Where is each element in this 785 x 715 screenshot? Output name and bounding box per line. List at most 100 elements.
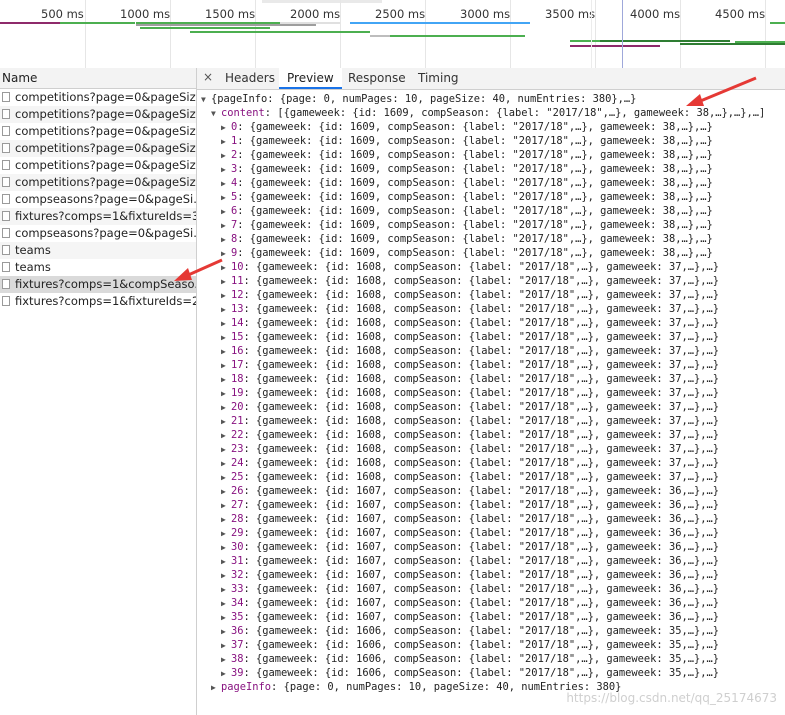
- collapsed-triangle-icon[interactable]: ▶: [221, 555, 231, 569]
- collapsed-triangle-icon[interactable]: ▶: [221, 415, 231, 429]
- json-array-item[interactable]: ▶ 3: {gameweek: {id: 1609, compSeason: {l…: [197, 162, 785, 176]
- collapsed-triangle-icon[interactable]: ▶: [221, 177, 231, 191]
- json-array-item[interactable]: ▶ 22: {gameweek: {id: 1608, compSeason: {…: [197, 428, 785, 442]
- json-array-item[interactable]: ▶ 35: {gameweek: {id: 1607, compSeason: {…: [197, 610, 785, 624]
- json-array-item[interactable]: ▶ 39: {gameweek: {id: 1606, compSeason: {…: [197, 666, 785, 680]
- tab-response[interactable]: Response: [340, 68, 414, 88]
- json-array-item[interactable]: ▶ 11: {gameweek: {id: 1608, compSeason: {…: [197, 274, 785, 288]
- collapsed-triangle-icon[interactable]: ▶: [221, 387, 231, 401]
- json-array-item[interactable]: ▶ 17: {gameweek: {id: 1608, compSeason: {…: [197, 358, 785, 372]
- collapsed-triangle-icon[interactable]: ▶: [221, 625, 231, 639]
- request-row[interactable]: fixtures?comps=1&compSeaso...: [0, 276, 196, 293]
- expanded-triangle-icon[interactable]: ▼: [201, 93, 211, 107]
- json-array-item[interactable]: ▶ 30: {gameweek: {id: 1607, compSeason: {…: [197, 540, 785, 554]
- request-row[interactable]: competitions?page=0&pageSiz...: [0, 123, 196, 140]
- request-row[interactable]: competitions?page=0&pageSiz...: [0, 157, 196, 174]
- json-array-item[interactable]: ▶ 32: {gameweek: {id: 1607, compSeason: {…: [197, 568, 785, 582]
- json-array-item[interactable]: ▶ 14: {gameweek: {id: 1608, compSeason: {…: [197, 316, 785, 330]
- collapsed-triangle-icon[interactable]: ▶: [221, 233, 231, 247]
- collapsed-triangle-icon[interactable]: ▶: [221, 583, 231, 597]
- collapsed-triangle-icon[interactable]: ▶: [221, 373, 231, 387]
- collapsed-triangle-icon[interactable]: ▶: [221, 597, 231, 611]
- collapsed-triangle-icon[interactable]: ▶: [221, 457, 231, 471]
- timeline-scroll-handle[interactable]: [262, 0, 382, 3]
- json-array-item[interactable]: ▶ 21: {gameweek: {id: 1608, compSeason: {…: [197, 414, 785, 428]
- json-array-item[interactable]: ▶ 26: {gameweek: {id: 1607, compSeason: {…: [197, 484, 785, 498]
- json-array-item[interactable]: ▶ 0: {gameweek: {id: 1609, compSeason: {l…: [197, 120, 785, 134]
- expanded-triangle-icon[interactable]: ▼: [211, 107, 221, 121]
- collapsed-triangle-icon[interactable]: ▶: [211, 681, 221, 695]
- collapsed-triangle-icon[interactable]: ▶: [221, 135, 231, 149]
- request-row[interactable]: competitions?page=0&pageSiz...: [0, 140, 196, 157]
- collapsed-triangle-icon[interactable]: ▶: [221, 191, 231, 205]
- json-array-item[interactable]: ▶ 33: {gameweek: {id: 1607, compSeason: {…: [197, 582, 785, 596]
- json-array-item[interactable]: ▶ 8: {gameweek: {id: 1609, compSeason: {l…: [197, 232, 785, 246]
- collapsed-triangle-icon[interactable]: ▶: [221, 163, 231, 177]
- json-array-item[interactable]: ▶ 12: {gameweek: {id: 1608, compSeason: {…: [197, 288, 785, 302]
- timeline-overview[interactable]: 500 ms 1000 ms 1500 ms 2000 ms 2500 ms 3000 m…: [0, 0, 785, 69]
- json-array-item[interactable]: ▶ 18: {gameweek: {id: 1608, compSeason: {…: [197, 372, 785, 386]
- json-array-item[interactable]: ▶ 27: {gameweek: {id: 1607, compSeason: {…: [197, 498, 785, 512]
- json-array-item[interactable]: ▶ 29: {gameweek: {id: 1607, compSeason: {…: [197, 526, 785, 540]
- collapsed-triangle-icon[interactable]: ▶: [221, 611, 231, 625]
- json-array-item[interactable]: ▶ 28: {gameweek: {id: 1607, compSeason: {…: [197, 512, 785, 526]
- json-array-item[interactable]: ▶ 20: {gameweek: {id: 1608, compSeason: {…: [197, 400, 785, 414]
- tab-headers[interactable]: Headers: [217, 68, 283, 88]
- collapsed-triangle-icon[interactable]: ▶: [221, 513, 231, 527]
- request-row[interactable]: competitions?page=0&pageSiz...: [0, 174, 196, 191]
- request-row[interactable]: fixtures?comps=1&fixtureIds=2...: [0, 293, 196, 310]
- json-array-item[interactable]: ▶ 25: {gameweek: {id: 1608, compSeason: {…: [197, 470, 785, 484]
- collapsed-triangle-icon[interactable]: ▶: [221, 569, 231, 583]
- collapsed-triangle-icon[interactable]: ▶: [221, 401, 231, 415]
- collapsed-triangle-icon[interactable]: ▶: [221, 331, 231, 345]
- json-array-item[interactable]: ▶ 13: {gameweek: {id: 1608, compSeason: {…: [197, 302, 785, 316]
- json-array-item[interactable]: ▶ 23: {gameweek: {id: 1608, compSeason: {…: [197, 442, 785, 456]
- collapsed-triangle-icon[interactable]: ▶: [221, 653, 231, 667]
- collapsed-triangle-icon[interactable]: ▶: [221, 219, 231, 233]
- json-array-item[interactable]: ▶ 10: {gameweek: {id: 1608, compSeason: {…: [197, 260, 785, 274]
- json-array-item[interactable]: ▶ 19: {gameweek: {id: 1608, compSeason: {…: [197, 386, 785, 400]
- collapsed-triangle-icon[interactable]: ▶: [221, 443, 231, 457]
- collapsed-triangle-icon[interactable]: ▶: [221, 317, 231, 331]
- json-array-item[interactable]: ▶ 9: {gameweek: {id: 1609, compSeason: {l…: [197, 246, 785, 260]
- collapsed-triangle-icon[interactable]: ▶: [221, 149, 231, 163]
- json-array-item[interactable]: ▶ 1: {gameweek: {id: 1609, compSeason: {l…: [197, 134, 785, 148]
- collapsed-triangle-icon[interactable]: ▶: [221, 289, 231, 303]
- json-array-item[interactable]: ▶ 36: {gameweek: {id: 1606, compSeason: {…: [197, 624, 785, 638]
- tab-preview[interactable]: Preview: [279, 68, 342, 89]
- json-array-item[interactable]: ▶ 31: {gameweek: {id: 1607, compSeason: {…: [197, 554, 785, 568]
- request-row[interactable]: teams: [0, 242, 196, 259]
- json-array-item[interactable]: ▶ 37: {gameweek: {id: 1606, compSeason: {…: [197, 638, 785, 652]
- collapsed-triangle-icon[interactable]: ▶: [221, 499, 231, 513]
- request-row[interactable]: teams: [0, 259, 196, 276]
- request-row[interactable]: compseasons?page=0&pageSi...: [0, 191, 196, 208]
- request-row[interactable]: compseasons?page=0&pageSi...: [0, 225, 196, 242]
- collapsed-triangle-icon[interactable]: ▶: [221, 345, 231, 359]
- collapsed-triangle-icon[interactable]: ▶: [221, 485, 231, 499]
- collapsed-triangle-icon[interactable]: ▶: [221, 527, 231, 541]
- json-array-item[interactable]: ▶ 6: {gameweek: {id: 1609, compSeason: {l…: [197, 204, 785, 218]
- json-array-item[interactable]: ▶ 2: {gameweek: {id: 1609, compSeason: {l…: [197, 148, 785, 162]
- collapsed-triangle-icon[interactable]: ▶: [221, 359, 231, 373]
- json-array-item[interactable]: ▶ 15: {gameweek: {id: 1608, compSeason: {…: [197, 330, 785, 344]
- json-array-item[interactable]: ▶ 16: {gameweek: {id: 1608, compSeason: {…: [197, 344, 785, 358]
- json-array-item[interactable]: ▶ 5: {gameweek: {id: 1609, compSeason: {l…: [197, 190, 785, 204]
- json-array-item[interactable]: ▶ 4: {gameweek: {id: 1609, compSeason: {l…: [197, 176, 785, 190]
- request-row[interactable]: competitions?page=0&pageSiz...: [0, 106, 196, 123]
- json-array-item[interactable]: ▶ 7: {gameweek: {id: 1609, compSeason: {l…: [197, 218, 785, 232]
- request-row[interactable]: competitions?page=0&pageSiz...: [0, 89, 196, 106]
- json-array-item[interactable]: ▶ 24: {gameweek: {id: 1608, compSeason: {…: [197, 456, 785, 470]
- collapsed-triangle-icon[interactable]: ▶: [221, 205, 231, 219]
- collapsed-triangle-icon[interactable]: ▶: [221, 639, 231, 653]
- json-array-item[interactable]: ▶ 34: {gameweek: {id: 1607, compSeason: {…: [197, 596, 785, 610]
- collapsed-triangle-icon[interactable]: ▶: [221, 303, 231, 317]
- request-row[interactable]: fixtures?comps=1&fixtureIds=3...: [0, 208, 196, 225]
- collapsed-triangle-icon[interactable]: ▶: [221, 667, 231, 681]
- json-array-item[interactable]: ▶ 38: {gameweek: {id: 1606, compSeason: {…: [197, 652, 785, 666]
- collapsed-triangle-icon[interactable]: ▶: [221, 471, 231, 485]
- collapsed-triangle-icon[interactable]: ▶: [221, 121, 231, 135]
- close-detail-icon[interactable]: ×: [203, 70, 213, 84]
- collapsed-triangle-icon[interactable]: ▶: [221, 541, 231, 555]
- tab-timing[interactable]: Timing: [410, 68, 467, 88]
- name-column-header[interactable]: Name: [0, 68, 196, 89]
